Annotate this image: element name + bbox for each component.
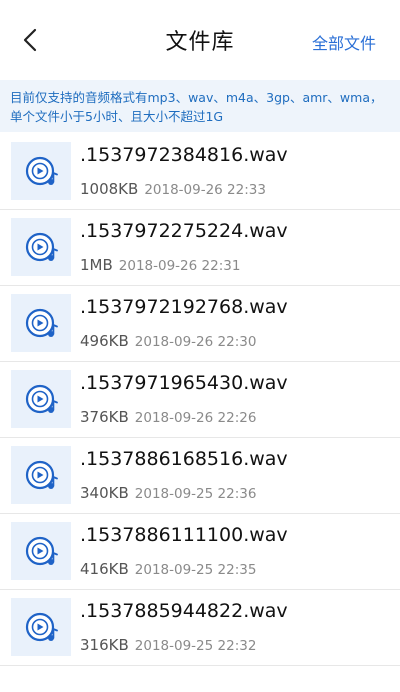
file-date: 2018-09-26 22:26 bbox=[134, 410, 257, 426]
file-size: 340KB 2018-09-25 22:36 bbox=[80, 484, 256, 502]
file-date: 2018-09-26 22:33 bbox=[144, 182, 266, 198]
file-size: 376KB 2018-09-26 22:26 bbox=[80, 408, 256, 426]
file-row-4[interactable]: .1537971965430.wav 376KB 2018-09-26 22:26 bbox=[0, 362, 400, 438]
file-name: .1537971965430.wav bbox=[80, 372, 288, 394]
file-size-text: 1008KB bbox=[80, 180, 139, 198]
file-date: 2018-09-26 22:31 bbox=[118, 258, 241, 274]
file-size-text: 376KB bbox=[80, 408, 129, 426]
audio-file-icon bbox=[25, 156, 58, 186]
file-name: .1537972275224.wav bbox=[80, 220, 288, 242]
file-thumbnail bbox=[11, 522, 71, 580]
file-row-2[interactable]: .1537972275224.wav 1MB 2018-09-26 22:31 bbox=[0, 210, 400, 286]
all-files-button[interactable]: 全部文件 bbox=[312, 30, 376, 54]
file-thumbnail bbox=[11, 294, 71, 352]
file-size: 1008KB 2018-09-26 22:33 bbox=[80, 180, 266, 198]
file-row-6[interactable]: .1537886111100.wav 416KB 2018-09-25 22:35 bbox=[0, 514, 400, 590]
file-thumbnail bbox=[11, 218, 71, 276]
file-row-1[interactable]: .1537972384816.wav 1008KB 2018-09-26 22:3… bbox=[0, 134, 400, 210]
file-row-3[interactable]: .1537972192768.wav 496KB 2018-09-26 22:30 bbox=[0, 286, 400, 362]
file-size: 1MB 2018-09-26 22:31 bbox=[80, 256, 240, 274]
file-thumbnail bbox=[11, 446, 71, 504]
file-thumbnail bbox=[11, 370, 71, 428]
file-size-text: 340KB bbox=[80, 484, 129, 502]
file-date: 2018-09-25 22:36 bbox=[134, 486, 257, 502]
file-date: 2018-09-25 22:32 bbox=[134, 638, 257, 654]
file-thumbnail bbox=[11, 142, 71, 200]
file-name: .1537886168516.wav bbox=[80, 448, 288, 470]
file-size-text: 316KB bbox=[80, 636, 129, 654]
file-size-text: 496KB bbox=[80, 332, 129, 350]
audio-file-icon bbox=[25, 232, 58, 262]
file-size: 316KB 2018-09-25 22:32 bbox=[80, 636, 256, 654]
file-name: .1537885944822.wav bbox=[80, 600, 288, 622]
file-size-text: 1MB bbox=[80, 256, 113, 274]
top-bar: 文件库 全部文件 bbox=[0, 0, 400, 80]
file-name: .1537886111100.wav bbox=[80, 524, 288, 546]
audio-file-icon bbox=[25, 308, 58, 338]
audio-file-icon bbox=[25, 536, 58, 566]
file-list: .1537972384816.wav 1008KB 2018-09-26 22:3… bbox=[0, 134, 400, 666]
audio-file-icon bbox=[25, 460, 58, 490]
file-name: .1537972192768.wav bbox=[80, 296, 288, 318]
audio-file-icon bbox=[25, 384, 58, 414]
audio-file-icon bbox=[25, 612, 58, 642]
file-thumbnail bbox=[11, 598, 71, 656]
file-row-7[interactable]: .1537885944822.wav 316KB 2018-09-25 22:32 bbox=[0, 590, 400, 666]
file-date: 2018-09-25 22:35 bbox=[134, 562, 257, 578]
file-row-5[interactable]: .1537886168516.wav 340KB 2018-09-25 22:36 bbox=[0, 438, 400, 514]
file-size: 496KB 2018-09-26 22:30 bbox=[80, 332, 256, 350]
file-size-text: 416KB bbox=[80, 560, 129, 578]
file-size: 416KB 2018-09-25 22:35 bbox=[80, 560, 256, 578]
file-date: 2018-09-26 22:30 bbox=[134, 334, 257, 350]
format-notice: 目前仅支持的音频格式有mp3、wav、m4a、3gp、amr、wma，单个文件小… bbox=[0, 80, 400, 132]
file-name: .1537972384816.wav bbox=[80, 144, 288, 166]
